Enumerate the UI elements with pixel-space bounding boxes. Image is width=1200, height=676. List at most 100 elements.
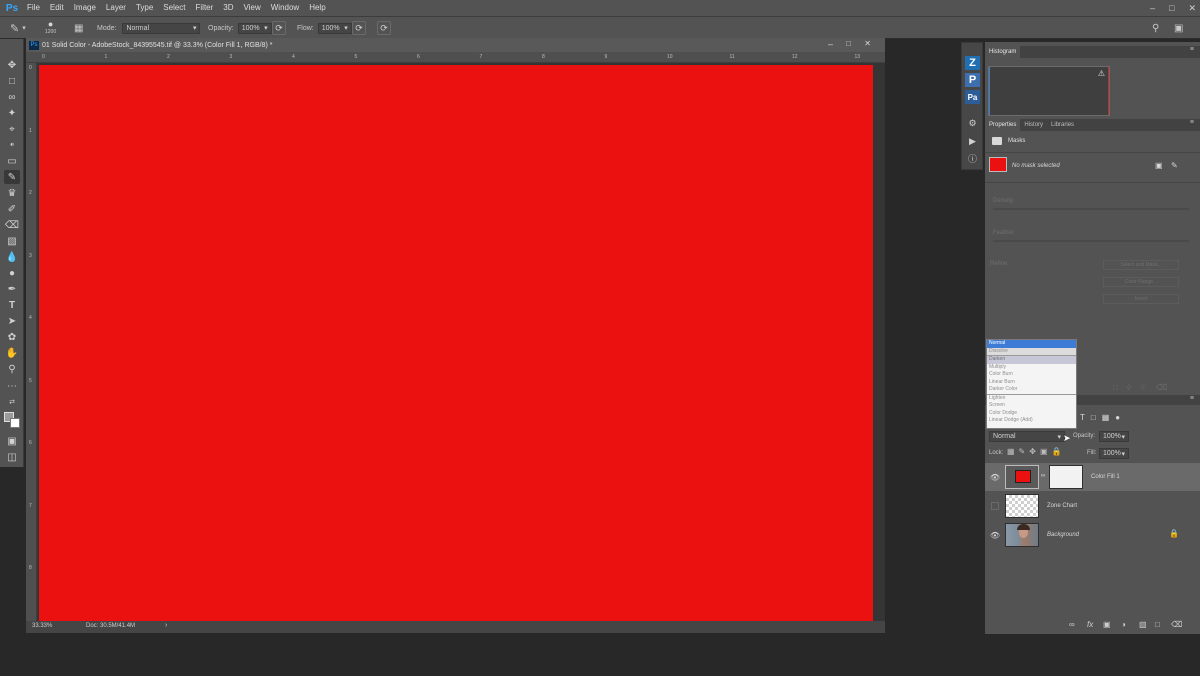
link-icon[interactable]: ∞ (1041, 473, 1045, 479)
eye-visibility-icon[interactable]: 👁 (990, 531, 1000, 540)
feather-slider[interactable] (993, 240, 1189, 242)
path-selection-icon[interactable]: ➤ (4, 314, 20, 328)
eraser-tool-icon[interactable]: ⌫ (4, 218, 20, 232)
warning-icon[interactable]: ⚠ (1098, 69, 1105, 78)
pa-plugin-icon[interactable]: Pa (965, 90, 980, 104)
document-tab[interactable]: Ps 01 Solid Color - AdobeStock_84395545.… (26, 38, 885, 52)
type-tool-icon[interactable]: T (4, 298, 20, 312)
pressure-opacity-icon[interactable]: ⟳ (272, 21, 286, 35)
adjustment-layer-icon[interactable]: ◑ (1121, 620, 1126, 629)
blend-option[interactable]: Lighten (987, 395, 1076, 403)
airbrush-icon[interactable]: ⟳ (352, 21, 366, 35)
adjustments-icon[interactable]: ⚙ (965, 116, 980, 130)
status-menu-icon[interactable]: › (165, 622, 167, 629)
panel-menu-icon[interactable]: ≡ (1190, 46, 1194, 53)
zoom-tool-icon[interactable]: ⚲ (4, 362, 20, 376)
menu-filter[interactable]: Filter (191, 0, 219, 16)
crop-tool-icon[interactable]: ⌖ (4, 122, 20, 136)
close-icon[interactable]: ✕ (1188, 3, 1196, 14)
blend-option[interactable]: Linear Dodge (Add) (987, 417, 1076, 425)
canvas[interactable] (39, 65, 873, 621)
blend-option[interactable]: Normal (987, 340, 1076, 348)
pixel-mask-icon[interactable]: ▣ (1155, 161, 1163, 170)
brush-panel-icon[interactable]: ▦ (74, 22, 83, 34)
blend-option[interactable]: Dissolve (987, 347, 1076, 355)
clone-stamp-icon[interactable]: ♛ (4, 186, 20, 200)
menu-3d[interactable]: 3D (218, 0, 238, 16)
fill-field[interactable]: 100% ▾ (1099, 448, 1129, 459)
blend-option[interactable]: Linear Burn (987, 379, 1076, 387)
more-tools-icon[interactable]: ⋯ (4, 379, 20, 393)
gradient-tool-icon[interactable]: ▧ (4, 234, 20, 248)
brush-preset-picker[interactable]: ● 1200 (45, 19, 56, 39)
info-icon[interactable]: ⓘ (965, 151, 980, 165)
menu-window[interactable]: Window (266, 0, 304, 16)
quick-mask-icon[interactable]: ▣ (4, 434, 20, 448)
menu-type[interactable]: Type (131, 0, 158, 16)
menu-view[interactable]: View (239, 0, 266, 16)
menu-select[interactable]: Select (158, 0, 190, 16)
blend-mode-dropdown[interactable]: Normal ▾ (989, 431, 1065, 442)
blend-option[interactable]: Screen (987, 402, 1076, 410)
minimize-icon[interactable]: – (1150, 3, 1155, 13)
blend-option[interactable]: Multiply (987, 364, 1076, 372)
mode-dropdown[interactable]: Normal ▾ (122, 22, 201, 34)
add-mask-icon[interactable]: ▣ (1103, 620, 1111, 629)
maximize-icon[interactable]: □ (1169, 3, 1174, 13)
doc-minimize-icon[interactable]: – (828, 39, 833, 49)
density-slider[interactable] (993, 208, 1189, 210)
p-plugin-icon[interactable]: P (965, 73, 980, 87)
layer-row-zone-chart[interactable]: Zone Chart (985, 492, 1200, 520)
panel-menu-icon[interactable]: ≡ (1190, 119, 1194, 126)
brush-tool-icon[interactable]: ✎ ▾ (10, 22, 26, 35)
tab-properties[interactable]: Properties (985, 119, 1021, 131)
blur-tool-icon[interactable]: 💧 (4, 250, 20, 264)
horizontal-ruler[interactable]: 0 1 2 3 4 5 6 7 8 9 10 11 12 13 (26, 52, 885, 63)
menu-layer[interactable]: Layer (101, 0, 131, 16)
panel-menu-icon[interactable]: ≡ (1190, 395, 1194, 402)
screen-mode-icon[interactable]: ◫ (4, 450, 20, 464)
eye-visibility-icon[interactable]: 👁 (990, 473, 1000, 482)
pen-tool-icon[interactable]: ✒ (4, 282, 20, 296)
history-brush-icon[interactable]: ✐ (4, 202, 20, 216)
lock-icon[interactable]: 🔒 (1169, 529, 1179, 538)
layer-filter-icons[interactable]: T□▦● (1080, 413, 1126, 422)
lasso-tool-icon[interactable]: ∞ (4, 90, 20, 104)
link-layers-icon[interactable]: ∞ (1069, 620, 1075, 629)
swap-colors-icon[interactable]: ⇄ (4, 395, 20, 409)
menu-help[interactable]: Help (304, 0, 330, 16)
layer-row-background[interactable]: 👁 Background 🔒 (985, 521, 1200, 549)
eyedropper-icon[interactable]: ⁌ (4, 138, 20, 152)
hand-tool-icon[interactable]: ✋ (4, 346, 20, 360)
vertical-ruler[interactable]: 0 1 2 3 4 5 6 7 8 (26, 63, 37, 621)
blend-option[interactable]: Darken (987, 356, 1076, 364)
doc-close-icon[interactable]: ✕ (864, 39, 871, 48)
layer-opacity-field[interactable]: 100% ▾ (1099, 431, 1129, 442)
workspace-icon[interactable]: ▣ (1174, 22, 1183, 34)
new-group-icon[interactable]: ▧ (1139, 620, 1147, 629)
delete-layer-icon[interactable]: ⌫ (1171, 620, 1182, 629)
menu-edit[interactable]: Edit (45, 0, 69, 16)
move-tool-icon[interactable]: ✥ (4, 58, 20, 72)
marquee-tool-icon[interactable]: □ (4, 74, 20, 88)
actions-play-icon[interactable]: ▶ (965, 134, 980, 148)
pressure-size-icon[interactable]: ⟳ (377, 21, 391, 35)
opacity-field[interactable]: 100% ▾ (237, 22, 272, 34)
menu-image[interactable]: Image (69, 0, 101, 16)
menu-file[interactable]: File (22, 0, 45, 16)
lock-icons[interactable]: ▦✎✥▣🔒 (1007, 447, 1065, 456)
fx-icon[interactable]: fx (1087, 620, 1093, 629)
visibility-off-box[interactable] (991, 502, 999, 510)
tab-history[interactable]: History (1020, 119, 1047, 131)
new-layer-icon[interactable]: □ (1155, 620, 1160, 629)
brush-tool-icon[interactable]: ✎ (4, 170, 20, 184)
color-range-button[interactable]: Color Range... (1103, 277, 1179, 287)
tab-histogram[interactable]: Histogram (985, 46, 1021, 58)
blend-option[interactable]: Color Burn (987, 371, 1076, 379)
blend-option[interactable]: Darker Color (987, 386, 1076, 394)
flow-field[interactable]: 100% ▾ (317, 22, 352, 34)
layer-row-color-fill[interactable]: 👁 ∞ Color Fill 1 (985, 463, 1200, 491)
healing-brush-icon[interactable]: ▭ (4, 154, 20, 168)
search-icon[interactable]: ⚲ (1152, 22, 1159, 34)
tab-libraries[interactable]: Libraries (1047, 119, 1078, 131)
